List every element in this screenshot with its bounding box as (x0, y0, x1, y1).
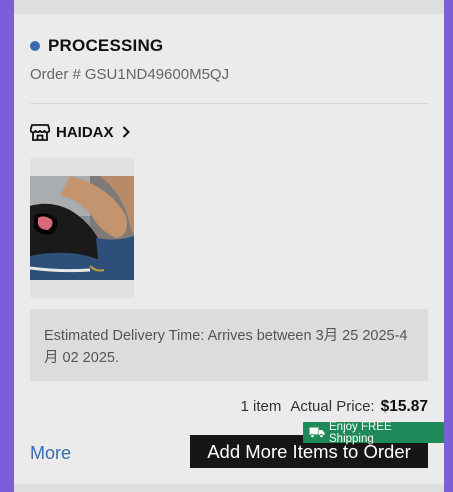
free-shipping-text: Enjoy FREE Shipping (329, 420, 392, 445)
card-bottom-divider (14, 484, 444, 492)
product-thumbnail[interactable] (30, 158, 134, 298)
chevron-right-icon (122, 126, 132, 138)
order-status: PROCESSING (30, 36, 163, 56)
divider (30, 103, 428, 104)
store-icon (30, 122, 50, 142)
order-card: PROCESSING Order # GSU1ND49600M5QJ HAIDAX (14, 0, 444, 492)
order-number-label: Order # (30, 66, 81, 83)
truck-icon (309, 427, 325, 438)
store-name: HAIDAX (56, 123, 114, 141)
status-text: PROCESSING (48, 36, 164, 55)
status-dot (30, 41, 40, 51)
store-link[interactable]: HAIDAX (30, 122, 132, 142)
card-top-divider (14, 0, 444, 14)
price-value: $15.87 (380, 398, 428, 415)
free-shipping-badge: Enjoy FREE Shipping (303, 420, 444, 445)
order-number-row: Order # GSU1ND49600M5QJ (30, 66, 229, 83)
order-summary: 1 item Actual Price: $15.87 (241, 398, 428, 416)
product-photo (30, 176, 134, 280)
more-button[interactable]: More (30, 443, 71, 464)
delivery-text: Estimated Delivery Time: Arrives between… (44, 328, 408, 366)
item-count: 1 item (240, 398, 282, 415)
estimated-delivery: Estimated Delivery Time: Arrives between… (30, 309, 428, 381)
price-label: Actual Price: (290, 398, 375, 415)
order-number-value: GSU1ND49600M5QJ (84, 66, 230, 83)
